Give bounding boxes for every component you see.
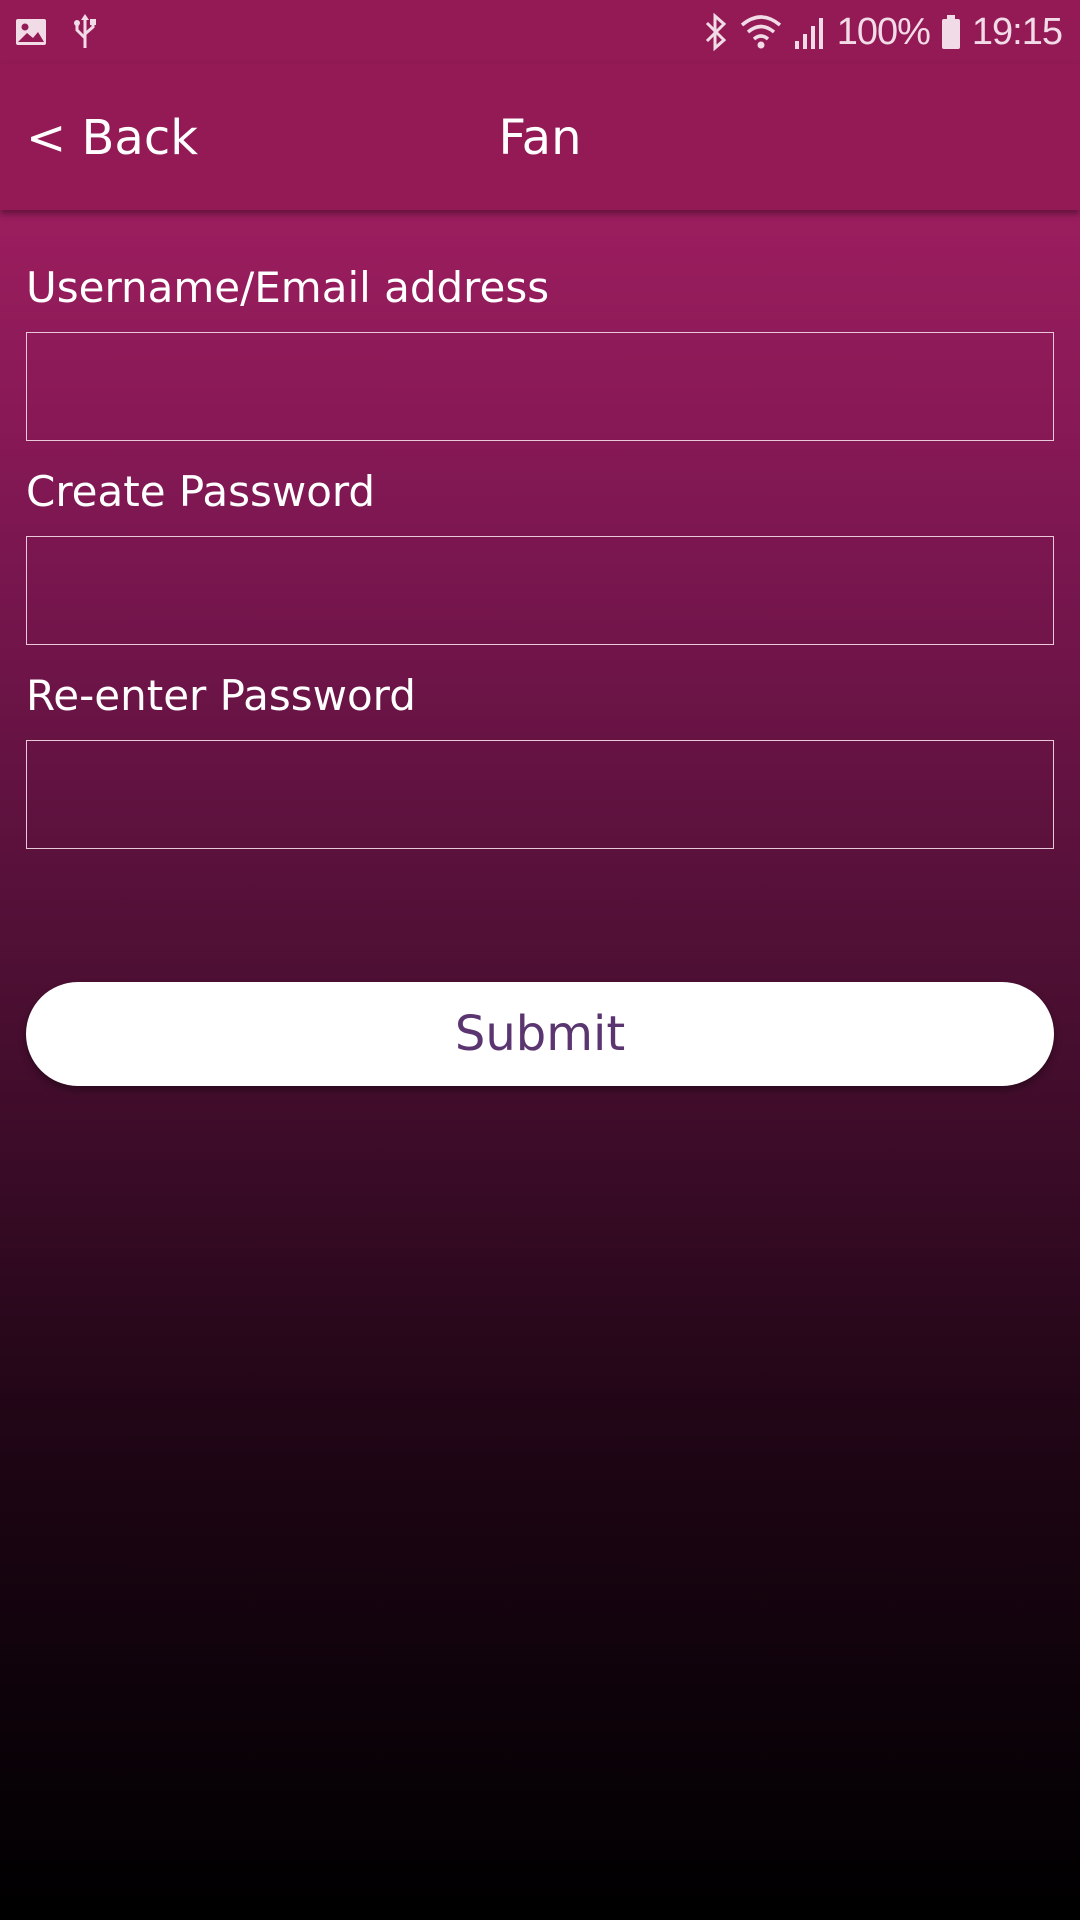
create-password-label: Create Password <box>26 467 376 516</box>
status-time: 19:15 <box>971 10 1063 53</box>
signal-icon <box>794 18 823 49</box>
back-button[interactable]: < Back <box>26 108 198 168</box>
nav-bar: < Back Fan <box>0 64 1080 210</box>
status-bar: 100% 19:15 <box>0 0 1080 64</box>
submit-button[interactable]: Submit <box>26 982 1054 1086</box>
status-right-icons: 100% 19:15 <box>703 8 1063 56</box>
create-password-input[interactable] <box>26 536 1054 645</box>
username-label: Username/Email address <box>26 263 550 312</box>
reenter-password-input[interactable] <box>26 740 1054 849</box>
reenter-password-label: Re-enter Password <box>26 671 416 720</box>
wifi-icon <box>740 15 781 49</box>
battery-icon <box>941 15 960 49</box>
battery-percent: 100% <box>836 10 931 53</box>
signup-form: Username/Email address Create Password R… <box>26 260 1054 872</box>
usb-icon <box>74 14 96 48</box>
username-email-input[interactable] <box>26 332 1054 441</box>
bluetooth-icon <box>705 13 726 51</box>
gallery-icon <box>16 19 46 45</box>
status-left-icons <box>14 14 98 50</box>
